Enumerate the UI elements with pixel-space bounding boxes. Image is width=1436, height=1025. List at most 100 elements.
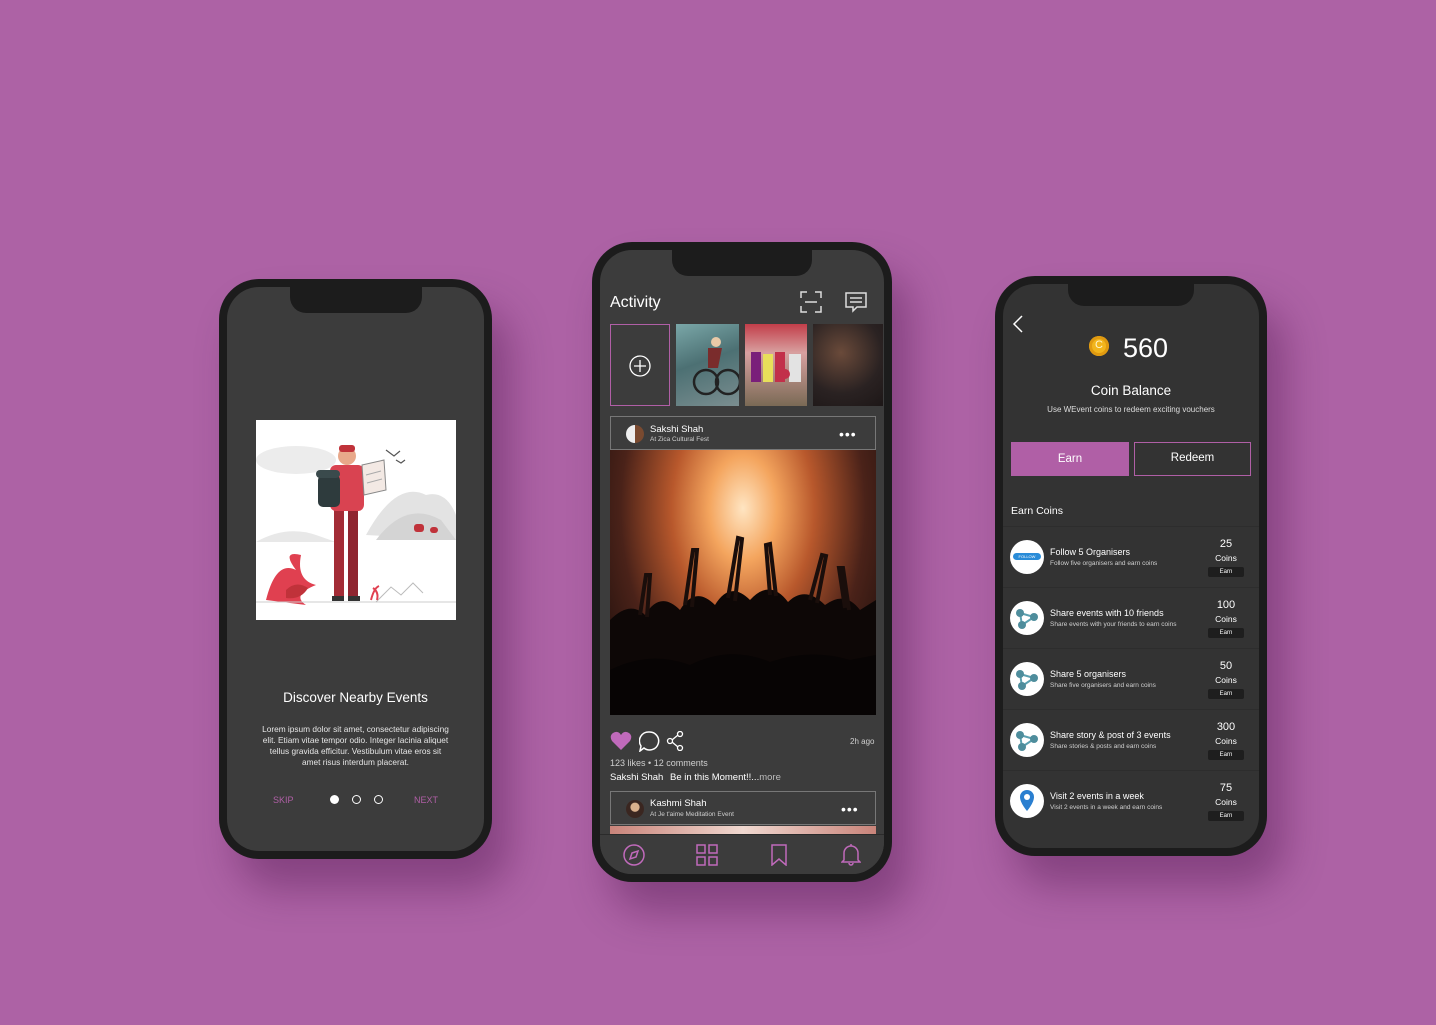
task-title: Visit 2 events in a week xyxy=(1050,791,1144,801)
coin-balance-label: Coin Balance xyxy=(1090,383,1172,398)
coin-amount: 25 xyxy=(1219,538,1233,550)
task-description: Share stories & posts and earn coins xyxy=(1050,743,1157,750)
earn-button[interactable]: Earn xyxy=(1208,689,1244,699)
earn-button[interactable]: Earn xyxy=(1208,628,1244,638)
post-location: At Je t'aime Meditation Event xyxy=(650,811,734,818)
activity-phone: Activity Sakshi Shah At Zica Cultural Fe… xyxy=(592,242,892,882)
onboarding-title: Discover Nearby Events xyxy=(283,690,428,705)
coin-amount: 300 xyxy=(1216,721,1236,733)
page-dot[interactable] xyxy=(374,795,383,804)
onboarding-phone: Discover Nearby Events Lorem ipsum dolor… xyxy=(219,279,492,859)
list-item[interactable]: Share 5 organisers Share five organisers… xyxy=(1003,648,1259,709)
list-item[interactable]: Share events with 10 friends Share event… xyxy=(1003,587,1259,648)
comment-icon[interactable] xyxy=(638,731,660,753)
earn-button[interactable]: Earn xyxy=(1208,750,1244,760)
list-item[interactable]: Visit 2 events in a week Visit 2 events … xyxy=(1003,770,1259,831)
task-title: Follow 5 Organisers xyxy=(1050,547,1131,557)
earn-button[interactable]: Earn xyxy=(1208,567,1244,577)
more-options-icon[interactable]: ••• xyxy=(839,426,857,442)
scan-icon[interactable] xyxy=(800,291,822,313)
task-title: Share story & post of 3 events xyxy=(1050,730,1171,740)
task-description: Visit 2 events in a week and earn coins xyxy=(1050,804,1163,811)
post-image[interactable] xyxy=(610,450,876,715)
messages-icon[interactable] xyxy=(845,291,867,313)
post-image[interactable] xyxy=(610,826,876,834)
caption-author[interactable]: Sakshi Shah xyxy=(610,772,663,783)
activity-screen: Activity Sakshi Shah At Zica Cultural Fe… xyxy=(600,250,884,874)
coin-unit: Coins xyxy=(1215,675,1237,685)
task-coins: 75 Coins xyxy=(1208,781,1244,809)
post-author[interactable]: Sakshi Shah xyxy=(650,424,703,435)
coin-unit: Coins xyxy=(1215,736,1237,746)
coin-icon: C xyxy=(1089,336,1109,356)
skip-button[interactable]: SKIP xyxy=(273,795,294,805)
more-options-icon[interactable]: ••• xyxy=(841,801,859,817)
list-item[interactable]: FOLLOW Follow 5 Organisers Follow five o… xyxy=(1003,526,1259,587)
coin-amount: 100 xyxy=(1216,599,1236,611)
next-button[interactable]: NEXT xyxy=(414,795,438,805)
grid-icon[interactable] xyxy=(696,844,718,871)
task-coins: 100 Coins xyxy=(1208,598,1244,626)
location-pin-icon xyxy=(1010,784,1044,818)
coin-unit: Coins xyxy=(1215,553,1237,563)
coin-amount: 75 xyxy=(1219,782,1233,794)
onboarding-illustration xyxy=(256,420,456,620)
story-thumbnail[interactable] xyxy=(813,324,883,406)
page-dot-active[interactable] xyxy=(330,795,339,804)
earn-button[interactable]: Earn xyxy=(1208,811,1244,821)
plus-circle-icon xyxy=(629,355,651,377)
coin-balance-value: 560 xyxy=(1123,333,1169,363)
post-header: Sakshi Shah At Zica Cultural Fest ••• xyxy=(610,416,876,450)
comments-count[interactable]: 12 comments xyxy=(654,758,708,768)
coins-phone: C 560 Coin Balance Use WEvent coins to r… xyxy=(995,276,1267,856)
onboarding-screen: Discover Nearby Events Lorem ipsum dolor… xyxy=(227,287,484,851)
share-icon[interactable] xyxy=(666,730,684,752)
post-author[interactable]: Kashmi Shah xyxy=(650,798,707,809)
like-heart-icon[interactable] xyxy=(610,731,632,751)
back-chevron-icon[interactable] xyxy=(1011,314,1025,339)
avatar[interactable] xyxy=(626,800,644,818)
more-link[interactable]: more xyxy=(759,772,781,783)
share-icon xyxy=(1010,601,1044,635)
task-description: Share events with your friends to earn c… xyxy=(1050,621,1177,628)
task-title: Share 5 organisers xyxy=(1050,669,1127,679)
earn-tab[interactable]: Earn xyxy=(1011,442,1129,476)
notification-bell-icon[interactable] xyxy=(840,843,862,871)
onboarding-body: Lorem ipsum dolor sit amet, consectetur … xyxy=(262,724,449,767)
list-item[interactable]: Share story & post of 3 events Share sto… xyxy=(1003,709,1259,770)
task-coins: 50 Coins xyxy=(1208,659,1244,687)
post-header: Kashmi Shah At Je t'aime Meditation Even… xyxy=(610,791,876,825)
task-title: Share events with 10 friends xyxy=(1050,608,1164,618)
coin-balance-subtitle: Use WEvent coins to redeem exciting vouc… xyxy=(1047,405,1215,414)
phone-notch xyxy=(1068,284,1194,306)
avatar[interactable] xyxy=(626,425,644,443)
follow-icon: FOLLOW xyxy=(1010,540,1044,574)
task-description: Follow five organisers and earn coins xyxy=(1050,560,1158,567)
story-thumbnail[interactable] xyxy=(745,324,807,406)
bottom-nav xyxy=(600,834,884,874)
redeem-tab[interactable]: Redeem xyxy=(1134,442,1251,476)
add-story-button[interactable] xyxy=(610,324,670,406)
phone-notch xyxy=(289,287,422,313)
explore-compass-icon[interactable] xyxy=(623,844,645,871)
task-coins: 300 Coins xyxy=(1208,720,1244,748)
coins-screen: C 560 Coin Balance Use WEvent coins to r… xyxy=(1003,284,1259,848)
follow-badge: FOLLOW xyxy=(1013,553,1041,560)
pagination-dots xyxy=(330,795,384,805)
bookmark-icon[interactable] xyxy=(770,844,788,871)
coin-unit: Coins xyxy=(1215,614,1237,624)
page-title: Activity xyxy=(610,294,661,311)
likes-count[interactable]: 123 likes xyxy=(610,758,646,768)
post-location: At Zica Cultural Fest xyxy=(650,436,709,443)
share-icon xyxy=(1010,723,1044,757)
story-thumbnail[interactable] xyxy=(676,324,742,406)
share-icon xyxy=(1010,662,1044,696)
post-card: Sakshi Shah At Zica Cultural Fest ••• xyxy=(610,416,876,716)
page-dot[interactable] xyxy=(352,795,361,804)
post-caption: Sakshi Shah Be in this Moment!!...more xyxy=(610,772,781,783)
phone-notch xyxy=(672,250,812,276)
coin-amount: 50 xyxy=(1219,660,1233,672)
task-description: Share five organisers and earn coins xyxy=(1050,682,1156,689)
section-title: Earn Coins xyxy=(1011,505,1063,517)
post-stats: 123 likes • 12 comments xyxy=(610,758,708,768)
